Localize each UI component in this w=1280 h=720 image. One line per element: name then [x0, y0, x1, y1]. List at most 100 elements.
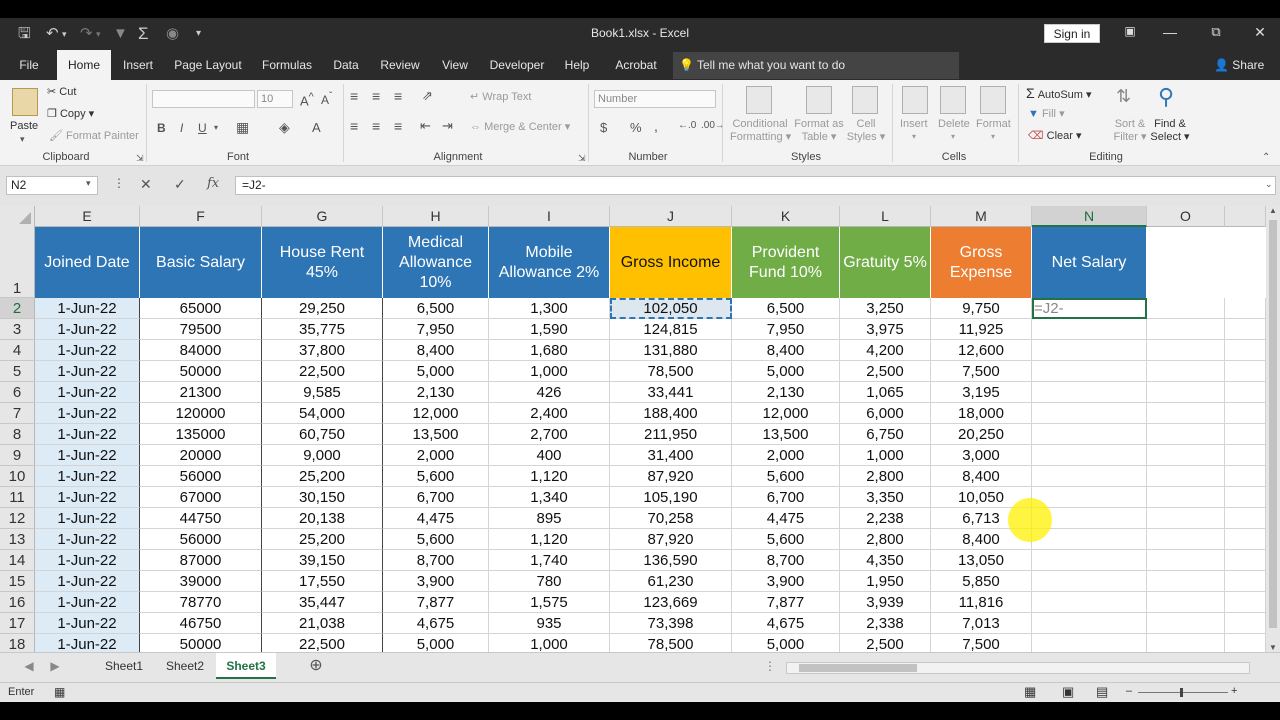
cancel-icon[interactable]: ✕	[140, 176, 152, 193]
cell-g12[interactable]: 20,138	[262, 508, 383, 529]
cell-h13[interactable]: 5,600	[383, 529, 489, 550]
tab-review[interactable]: Review	[376, 50, 424, 80]
cell-styles-icon[interactable]	[852, 86, 878, 114]
cell-f2[interactable]: 65000	[140, 298, 262, 319]
cell-k11[interactable]: 6,700	[732, 487, 840, 508]
cell-n7[interactable]	[1032, 403, 1147, 424]
autosum-button[interactable]: Σ AutoSum ▾	[1026, 85, 1092, 101]
cell-o11[interactable]	[1147, 487, 1225, 508]
tab-insert[interactable]: Insert	[118, 50, 158, 80]
cell-h15[interactable]: 3,900	[383, 571, 489, 592]
cell-k5[interactable]: 5,000	[732, 361, 840, 382]
tab-file[interactable]: File	[18, 50, 40, 80]
cell-k13[interactable]: 5,600	[732, 529, 840, 550]
cell-m7[interactable]: 18,000	[931, 403, 1032, 424]
select-all-button[interactable]	[0, 206, 35, 227]
cell-i10[interactable]: 1,120	[489, 466, 610, 487]
header-cell-i[interactable]: Mobile Allowance 2%	[489, 227, 610, 298]
restore-icon[interactable]: ⧉	[1206, 24, 1226, 40]
cell-partial[interactable]	[1225, 445, 1266, 466]
cell-j10[interactable]: 87,920	[610, 466, 732, 487]
tab-split-icon[interactable]: ⋮	[764, 653, 776, 679]
cell-f11[interactable]: 67000	[140, 487, 262, 508]
page-layout-view-icon[interactable]: ▣	[1062, 684, 1074, 700]
sign-in-button[interactable]: Sign in	[1044, 24, 1100, 43]
cell-h16[interactable]: 7,877	[383, 592, 489, 613]
header-cell-j[interactable]: Gross Income	[610, 227, 732, 298]
align-top-icon[interactable]: ≡	[350, 88, 358, 104]
cell-g8[interactable]: 60,750	[262, 424, 383, 445]
cell-j5[interactable]: 78,500	[610, 361, 732, 382]
cell-h12[interactable]: 4,475	[383, 508, 489, 529]
paste-dropdown-icon[interactable]: ▾	[20, 134, 25, 145]
cell-n16[interactable]	[1032, 592, 1147, 613]
cell-l16[interactable]: 3,939	[840, 592, 931, 613]
cell-i17[interactable]: 935	[489, 613, 610, 634]
cell-e17[interactable]: 1-Jun-22	[35, 613, 140, 634]
format-as-table-button[interactable]: Format as Table ▾	[792, 118, 846, 143]
cell-h10[interactable]: 5,600	[383, 466, 489, 487]
cell-m16[interactable]: 11,816	[931, 592, 1032, 613]
cell-i4[interactable]: 1,680	[489, 340, 610, 361]
row-header-13[interactable]: 13	[0, 529, 35, 550]
cell-n5[interactable]	[1032, 361, 1147, 382]
zoom-slider[interactable]	[1138, 692, 1228, 693]
zoom-out-icon[interactable]: –	[1126, 685, 1132, 697]
row-header-9[interactable]: 9	[0, 445, 35, 466]
cell-i12[interactable]: 895	[489, 508, 610, 529]
tab-home[interactable]: Home	[57, 50, 111, 80]
cell-j17[interactable]: 73,398	[610, 613, 732, 634]
cell-e13[interactable]: 1-Jun-22	[35, 529, 140, 550]
header-cell-n[interactable]: Net Salary	[1032, 227, 1147, 298]
zoom-slider-thumb[interactable]	[1180, 688, 1183, 697]
cell-h11[interactable]: 6,700	[383, 487, 489, 508]
row-header-18[interactable]: 18	[0, 634, 35, 652]
cell-e10[interactable]: 1-Jun-22	[35, 466, 140, 487]
underline-button[interactable]: U	[198, 121, 207, 135]
cell-partial[interactable]	[1225, 361, 1266, 382]
increase-indent-icon[interactable]: ⇥	[442, 118, 453, 134]
cell-e11[interactable]: 1-Jun-22	[35, 487, 140, 508]
cell-partial[interactable]	[1225, 634, 1266, 652]
row-header-15[interactable]: 15	[0, 571, 35, 592]
column-header-k[interactable]: K	[732, 206, 840, 227]
cell-l14[interactable]: 4,350	[840, 550, 931, 571]
cell-k6[interactable]: 2,130	[732, 382, 840, 403]
cell-m17[interactable]: 7,013	[931, 613, 1032, 634]
cell-l5[interactable]: 2,500	[840, 361, 931, 382]
cell-e15[interactable]: 1-Jun-22	[35, 571, 140, 592]
cell-f13[interactable]: 56000	[140, 529, 262, 550]
cell-n4[interactable]	[1032, 340, 1147, 361]
cell-f18[interactable]: 50000	[140, 634, 262, 652]
cell-m4[interactable]: 12,600	[931, 340, 1032, 361]
cell-j13[interactable]: 87,920	[610, 529, 732, 550]
align-right-icon[interactable]: ≡	[394, 118, 402, 134]
column-header-i[interactable]: I	[489, 206, 610, 227]
bold-button[interactable]: B	[157, 121, 166, 135]
decrease-font-icon[interactable]: Aˇ	[321, 91, 332, 107]
cell-l2[interactable]: 3,250	[840, 298, 931, 319]
cell-j15[interactable]: 61,230	[610, 571, 732, 592]
cell-g4[interactable]: 37,800	[262, 340, 383, 361]
cell-partial[interactable]	[1225, 592, 1266, 613]
increase-decimal-icon[interactable]: ←.0	[678, 120, 696, 131]
cell-h18[interactable]: 5,000	[383, 634, 489, 652]
tab-developer[interactable]: Developer	[484, 50, 550, 80]
cell-l3[interactable]: 3,975	[840, 319, 931, 340]
cell-f3[interactable]: 79500	[140, 319, 262, 340]
cell-l7[interactable]: 6,000	[840, 403, 931, 424]
cell-o5[interactable]	[1147, 361, 1225, 382]
minimize-icon[interactable]: —	[1160, 24, 1180, 40]
cell-partial[interactable]	[1225, 613, 1266, 634]
macro-record-icon[interactable]: ▦	[54, 685, 65, 699]
cell-partial[interactable]	[1225, 487, 1266, 508]
column-header-e[interactable]: E	[35, 206, 140, 227]
cell-o13[interactable]	[1147, 529, 1225, 550]
cell-k4[interactable]: 8,400	[732, 340, 840, 361]
cell-h7[interactable]: 12,000	[383, 403, 489, 424]
paste-icon[interactable]	[12, 88, 38, 116]
cell-m18[interactable]: 7,500	[931, 634, 1032, 652]
close-icon[interactable]: ✕	[1250, 24, 1270, 41]
cell-l6[interactable]: 1,065	[840, 382, 931, 403]
row-header-6[interactable]: 6	[0, 382, 35, 403]
